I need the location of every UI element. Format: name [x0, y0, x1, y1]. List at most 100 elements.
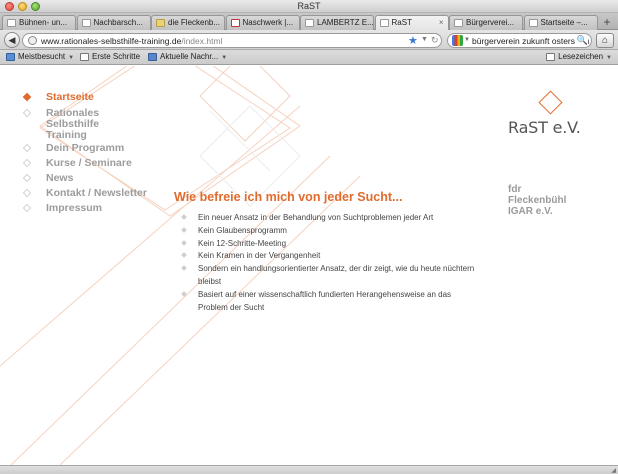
new-tab-button[interactable]: +: [598, 16, 616, 29]
partner-link[interactable]: fdr: [508, 184, 566, 195]
nav-item-label: Rationales Selbsthilfe Training: [46, 107, 100, 141]
search-icon[interactable]: 🔍: [574, 35, 588, 46]
bookmarks-menu-icon: [546, 53, 556, 61]
history-dropdown-icon[interactable]: ▼: [421, 36, 428, 43]
engine-dropdown-icon[interactable]: ▼: [464, 37, 470, 43]
tab-label: LAMBERTZ E...: [317, 18, 374, 27]
chevron-down-icon: ▼: [221, 55, 228, 61]
bookmark-star-icon[interactable]: ★: [408, 34, 418, 47]
nav-item[interactable]: Startseite: [22, 91, 94, 103]
bullet-diamond-icon: [181, 214, 187, 220]
nav-item[interactable]: Kontakt / Newsletter: [22, 187, 147, 199]
nav-item-label: Kontakt / Newsletter: [46, 187, 147, 199]
nav-item-label: News: [46, 172, 74, 184]
rast-logo: RaST e.V.: [508, 90, 588, 142]
browser-tab[interactable]: RaST ×: [374, 15, 449, 31]
address-bar[interactable]: www.rationales-selbsthilfe-training.de/i…: [22, 33, 442, 48]
nav-item-label: Impressum: [46, 202, 103, 214]
nav-diamond-icon: [22, 203, 32, 213]
nav-item-label: Startseite: [46, 91, 94, 103]
bookmarks-menu-button[interactable]: Lesezeichen ▼: [546, 52, 612, 61]
home-button[interactable]: ⌂: [596, 33, 614, 48]
list-item-text: Kein Kramen in der Vergangenheit: [198, 251, 321, 261]
list-item-text: Ein neuer Ansatz in der Behandlung von S…: [198, 213, 434, 222]
browser-tab[interactable]: die Fleckenb...: [151, 15, 225, 30]
tab-favicon-icon: [454, 19, 463, 27]
list-item: Kein Glaubensprogramm: [180, 225, 480, 238]
tab-favicon-icon: [230, 19, 240, 27]
tab-label: Naschwerk |...: [242, 18, 294, 27]
bookmark-item[interactable]: Erste Schritte: [80, 52, 140, 61]
web-page: Startseite Rationales Selbsthilfe Trainin…: [0, 66, 618, 465]
tab-favicon-icon: [7, 19, 16, 27]
address-url[interactable]: www.rationales-selbsthilfe-training.de/i…: [41, 36, 222, 46]
tab-bar: + Bühnen- un... Nachbarsch... die Fleckenb…: [0, 13, 618, 31]
tab-label: die Fleckenb...: [168, 18, 221, 27]
bullet-diamond-icon: [181, 252, 187, 259]
smart-folder-icon: [6, 53, 15, 61]
tab-label: Nachbarsch...: [93, 18, 143, 27]
browser-tab[interactable]: LAMBERTZ E...: [300, 15, 374, 30]
search-bar[interactable]: ▼ bürgerverein zukunft ostersbau 🔍: [447, 33, 592, 48]
tab-label: RaST: [391, 18, 412, 27]
bookmarks-toolbar: Lesezeichen ▼ Meistbesucht ▼ Erste Schritte…: [0, 50, 618, 65]
browser-tab[interactable]: Bühnen- un...: [2, 15, 76, 30]
resize-grip-icon[interactable]: ◢: [611, 467, 616, 474]
browser-tab[interactable]: Nachbarsch...: [76, 15, 151, 30]
tab-favicon-icon: [305, 19, 314, 27]
status-bar: ◢: [0, 465, 618, 474]
deco-gray-line: [209, 110, 271, 172]
nav-diamond-icon: [22, 108, 32, 118]
browser-tab[interactable]: Bürgerverei...: [449, 15, 523, 30]
nav-item-label: Kurse / Seminare: [46, 157, 132, 169]
chevron-down-icon: ▼: [606, 55, 612, 61]
nav-diamond-icon: [22, 92, 32, 102]
logo-diamond-icon: [538, 90, 563, 115]
bookmarks-menu-label: Lesezeichen: [558, 52, 604, 61]
list-item: Kein Kramen in der Vergangenheit: [180, 250, 480, 263]
navigation-toolbar: ◀ www.rationales-selbsthilfe-training.de…: [0, 30, 618, 50]
nav-item[interactable]: Impressum: [22, 202, 103, 214]
nav-item[interactable]: News: [22, 172, 74, 184]
url-host: www.rationales-selbsthilfe-training.de: [41, 36, 182, 46]
close-tab-icon[interactable]: ×: [439, 18, 444, 27]
bookmark-label: Erste Schritte: [92, 52, 141, 61]
tab-favicon-icon: [379, 19, 389, 27]
site-identity-icon[interactable]: [28, 36, 37, 45]
back-button[interactable]: ◀: [4, 32, 20, 48]
tab-favicon-icon: [156, 19, 165, 27]
bookmark-item[interactable]: Meistbesucht ▼: [6, 52, 74, 61]
browser-tab[interactable]: Naschwerk |...: [225, 15, 300, 30]
reload-icon[interactable]: ↻: [431, 35, 439, 46]
tab-favicon-icon: [81, 19, 91, 27]
feature-list: Ein neuer Ansatz in der Behandlung von S…: [180, 212, 480, 314]
nav-item[interactable]: Rationales Selbsthilfe Training: [22, 107, 100, 141]
nav-item[interactable]: Kurse / Seminare: [22, 157, 132, 169]
window-title: RaST: [297, 1, 321, 11]
tab-label: Startseite –...: [540, 18, 588, 27]
tab-favicon-icon: [528, 19, 538, 27]
partner-links: fdr Fleckenbühl IGAR e.V.: [508, 184, 566, 217]
nav-item[interactable]: Dein Programm: [22, 143, 124, 154]
nav-diamond-icon: [22, 173, 32, 183]
title-bar: RaST: [0, 0, 618, 13]
list-item: Basiert auf einer wissenschaftlich fundi…: [180, 289, 480, 315]
partner-link[interactable]: Fleckenbühl: [508, 195, 566, 206]
bullet-diamond-icon: [181, 290, 187, 297]
partner-link[interactable]: IGAR e.V.: [508, 206, 566, 217]
list-item: Ein neuer Ansatz in der Behandlung von S…: [180, 212, 480, 225]
bookmark-label: Meistbesucht: [18, 52, 66, 61]
google-engine-icon[interactable]: [452, 35, 463, 46]
bookmark-item[interactable]: Aktuelle Nachr... ▼: [148, 52, 227, 61]
page-icon: [80, 53, 89, 61]
search-query[interactable]: bürgerverein zukunft ostersbau: [472, 36, 589, 46]
nav-diamond-icon: [22, 188, 32, 198]
bookmark-label: Aktuelle Nachr...: [160, 52, 219, 61]
url-path: /index.html: [181, 36, 223, 46]
nav-diamond-icon: [22, 158, 32, 168]
list-item-text: Kein Glaubensprogramm: [198, 225, 287, 235]
tab-label: Bühnen- un...: [19, 18, 68, 27]
list-item-text: Basiert auf einer wissenschaftlich fundi…: [198, 289, 452, 312]
bullet-diamond-icon: [181, 226, 187, 233]
browser-tab[interactable]: Startseite –...: [523, 15, 598, 30]
